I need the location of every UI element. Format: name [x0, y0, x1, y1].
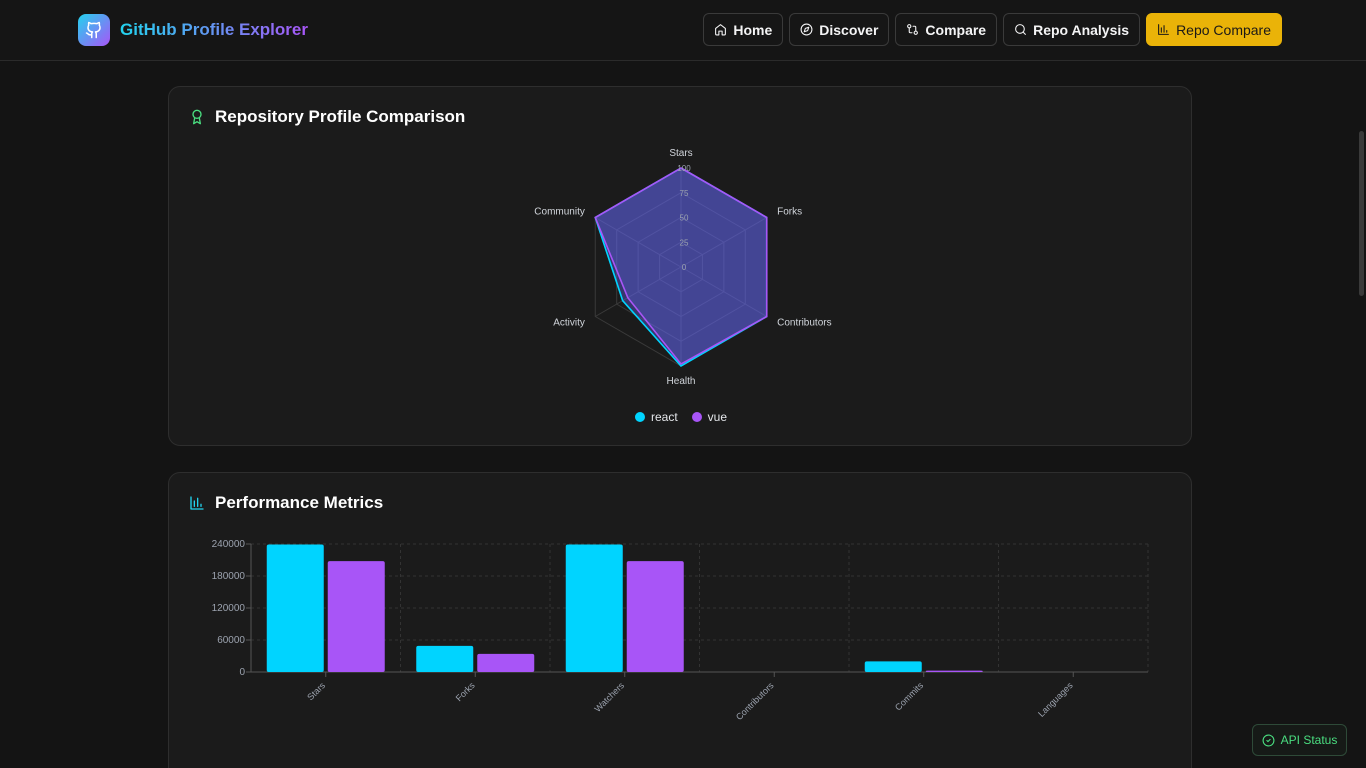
api-status-label: API Status	[1280, 733, 1338, 747]
bar-y-tick-label: 60000	[217, 635, 245, 646]
radar-axis-label: Stars	[669, 148, 692, 159]
legend-item-react[interactable]: react	[634, 410, 678, 424]
bar-x-tick-label: Languages	[1036, 680, 1075, 719]
bar-react-commits[interactable]	[864, 661, 922, 672]
main-nav: Home Discover Compare Repo Analysis Repo…	[703, 13, 1282, 46]
radar-tick-label: 100	[677, 164, 691, 173]
bar-vue-commits[interactable]	[925, 670, 983, 672]
radar-axis-label: Health	[667, 376, 696, 387]
radar-chart: 0 25 50 75 100 Stars Forks Contributors Health Ac…	[534, 148, 831, 387]
legend-item-vue[interactable]: vue	[691, 410, 728, 424]
bar-react-stars[interactable]	[266, 544, 324, 672]
nav-home-button[interactable]: Home	[703, 13, 784, 46]
bar-react-forks[interactable]	[416, 645, 474, 672]
legend-dot-react	[634, 412, 645, 422]
bar-chart: 0 60000 120000 180000 240000 Stars Forks Watche…	[212, 539, 1149, 722]
bar-x-tick-label: Watchers	[592, 680, 626, 714]
performance-metrics-card: Performance Metrics 0 60000 120000 180000 24…	[168, 472, 1192, 768]
top-navbar: GitHub Profile Explorer Home Discover Co…	[0, 0, 1366, 61]
bar-vue-watchers[interactable]	[626, 561, 684, 672]
app-title: GitHub Profile Explorer	[120, 20, 308, 39]
bar-y-tick-label: 240000	[212, 539, 246, 550]
radar-tick-label: 75	[680, 189, 689, 198]
legend-label-react: react	[650, 410, 678, 424]
check-circle-icon	[1262, 734, 1275, 746]
page-scrollbar[interactable]	[1359, 131, 1364, 296]
radar-legend: react vue	[169, 410, 1193, 424]
bar-vue-forks[interactable]	[477, 653, 535, 672]
brand[interactable]: GitHub Profile Explorer	[78, 14, 308, 46]
bar-vue-stars[interactable]	[327, 561, 385, 672]
radar-axis-label: Community	[534, 207, 585, 218]
nav-repo-compare-button[interactable]: Repo Compare	[1146, 13, 1282, 46]
bar-x-tick-label: Commits	[893, 680, 926, 713]
compass-icon	[800, 23, 813, 36]
radar-tick-label: 0	[682, 263, 687, 272]
bar-y-tick-label: 120000	[212, 603, 246, 614]
bar-x-tick-label: Stars	[305, 680, 327, 702]
bar-y-tick-label: 0	[239, 667, 245, 678]
bar-y-tick-label: 180000	[212, 571, 246, 582]
legend-label-vue: vue	[707, 410, 728, 424]
radar-axis-label: Forks	[777, 207, 802, 218]
bar-chart-icon	[1158, 24, 1169, 35]
github-logo-icon	[78, 14, 110, 46]
radar-tick-label: 50	[680, 214, 689, 223]
legend-dot-vue	[691, 412, 702, 422]
search-icon	[1015, 24, 1027, 35]
nav-compare-button[interactable]: Compare	[895, 13, 998, 46]
api-status-button[interactable]: API Status	[1252, 724, 1347, 756]
radar-axis-label: Contributors	[777, 318, 831, 329]
bar-x-tick-label: Contributors	[734, 680, 776, 722]
nav-repo-analysis-label: Repo Analysis	[1033, 21, 1130, 38]
nav-home-label: Home	[733, 21, 773, 38]
home-icon	[715, 24, 727, 36]
git-compare-icon	[907, 24, 919, 35]
bar-x-tick-label: Forks	[454, 680, 477, 703]
radar-axis-label: Activity	[553, 318, 585, 329]
repository-profile-card: Repository Profile Comparison 0 25 50 75 100…	[168, 86, 1192, 446]
nav-compare-label: Compare	[925, 21, 987, 38]
bar-react-watchers[interactable]	[565, 544, 623, 672]
nav-repo-compare-label: Repo Compare	[1176, 21, 1271, 38]
nav-repo-analysis-button[interactable]: Repo Analysis	[1003, 13, 1141, 46]
nav-discover-label: Discover	[819, 21, 879, 38]
nav-discover-button[interactable]: Discover	[789, 13, 890, 46]
radar-tick-label: 25	[680, 238, 689, 247]
